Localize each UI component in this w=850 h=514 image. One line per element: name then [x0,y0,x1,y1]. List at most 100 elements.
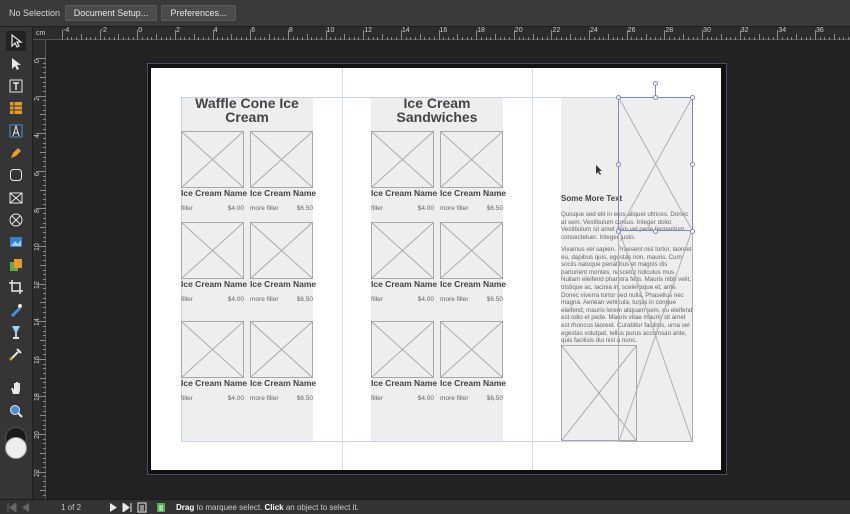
item-name[interactable]: Ice Cream Name [371,378,437,388]
image-placeholder[interactable] [181,222,244,279]
item-description[interactable]: filler [371,205,383,212]
ruler-tick [212,30,214,40]
item-price[interactable]: $6.50 [473,296,503,303]
item-name[interactable]: Ice Cream Name [440,279,506,289]
resize-handle-br[interactable] [690,229,695,234]
item-price[interactable]: $6.50 [283,395,313,402]
artistic-text-tool-icon[interactable] [6,121,26,141]
vertical-ruler[interactable]: 0 2 4 6 8 10 12 14 16 18 20 22 [33,40,46,506]
spread-icon[interactable] [156,502,166,513]
ruler-tick [36,95,46,97]
item-name[interactable]: Ice Cream Name [440,188,506,198]
ruler-label: 12 [34,280,41,289]
frame-text-tool-icon[interactable] [6,76,26,96]
ruler-tick [36,283,46,285]
item-name[interactable]: Ice Cream Name [181,279,247,289]
ruler-label: 28 [665,27,674,34]
next-page-icon[interactable] [109,503,118,512]
item-description[interactable]: more filler [250,205,279,212]
item-description[interactable]: more filler [440,395,469,402]
pen-tool-icon[interactable] [6,143,26,163]
zoom-tool-icon[interactable] [6,401,26,421]
item-name[interactable]: Ice Cream Name [181,378,247,388]
item-price[interactable]: $4.00 [214,205,244,212]
item-description[interactable]: filler [371,296,383,303]
item-price[interactable]: $4.00 [214,296,244,303]
item-price[interactable]: $4.00 [404,296,434,303]
fill-tool-icon[interactable] [6,300,26,320]
item-price[interactable]: $4.00 [404,395,434,402]
item-description[interactable]: more filler [250,395,279,402]
ruler-label: 4 [213,27,218,34]
image-placeholder[interactable] [440,131,503,188]
color-picker-tool-icon[interactable] [6,255,26,275]
item-description[interactable]: filler [181,205,193,212]
ruler-label: 14 [401,27,410,34]
item-price[interactable]: $4.00 [214,395,244,402]
ruler-label: -2 [100,27,107,34]
panel-1-heading[interactable]: Waffle Cone Ice Cream [181,96,313,124]
image-placeholder[interactable] [440,222,503,279]
selected-picture-frame[interactable] [618,97,693,231]
rotation-handle[interactable] [653,81,658,86]
preferences-button[interactable]: Preferences... [161,5,236,21]
document-setup-button[interactable]: Document Setup... [65,5,157,21]
resize-handle-bl[interactable] [616,229,621,234]
side-heading[interactable]: Some More Text [561,194,622,203]
image-placeholder[interactable] [181,131,244,188]
item-name[interactable]: Ice Cream Name [250,279,316,289]
item-description[interactable]: more filler [440,205,469,212]
item-price[interactable]: $6.50 [473,395,503,402]
image-placeholder[interactable] [250,131,313,188]
image-placeholder[interactable] [440,321,503,378]
item-price[interactable]: $6.50 [283,296,313,303]
table-tool-icon[interactable] [6,98,26,118]
prev-page-icon[interactable] [21,503,30,512]
hand-tool-icon[interactable] [6,378,26,398]
stroke-color-swatch[interactable] [5,437,27,459]
item-description[interactable]: more filler [440,296,469,303]
resize-handle-b[interactable] [653,229,658,234]
node-tool-icon[interactable] [6,54,26,74]
item-price[interactable]: $4.00 [404,205,434,212]
move-tool-icon[interactable] [6,31,26,51]
item-description[interactable]: filler [371,395,383,402]
eyedropper-tool-icon[interactable] [6,344,26,364]
item-name[interactable]: Ice Cream Name [371,279,437,289]
item-name[interactable]: Ice Cream Name [440,378,506,388]
transparency-tool-icon[interactable] [6,322,26,342]
item-description[interactable]: filler [181,296,193,303]
image-placeholder[interactable] [250,222,313,279]
resize-handle-tr[interactable] [690,95,695,100]
last-page-icon[interactable] [122,503,132,512]
image-placeholder[interactable] [371,131,434,188]
image-placeholder[interactable] [250,321,313,378]
first-page-icon[interactable] [7,503,17,512]
resize-handle-l[interactable] [616,162,621,167]
picture-frame-rectangle-icon[interactable] [6,188,26,208]
master-page-icon[interactable] [137,502,147,513]
image-placeholder[interactable] [371,222,434,279]
item-name[interactable]: Ice Cream Name [250,378,316,388]
ruler-tick [174,30,176,40]
item-price[interactable]: $6.50 [283,205,313,212]
rounded-rectangle-tool-icon[interactable] [6,165,26,185]
panel-2-heading[interactable]: Ice Cream Sandwiches [371,96,503,124]
resize-handle-tl[interactable] [616,95,621,100]
resize-handle-r[interactable] [690,162,695,167]
resize-handle-t[interactable] [653,95,658,100]
item-price[interactable]: $6.50 [473,205,503,212]
item-description[interactable]: more filler [250,296,279,303]
image-placeholder[interactable] [371,321,434,378]
ruler-tick [438,30,440,40]
horizontal-ruler[interactable]: -4 -2 0 2 4 6 8 10 12 14 16 18 20 22 24 26 28 30 32 34 36 [33,27,850,40]
picture-frame-ellipse-icon[interactable] [6,210,26,230]
image-placeholder[interactable] [181,321,244,378]
item-name[interactable]: Ice Cream Name [181,188,247,198]
item-name[interactable]: Ice Cream Name [250,188,316,198]
item-name[interactable]: Ice Cream Name [371,188,437,198]
mouse-cursor-icon [596,165,602,175]
item-description[interactable]: filler [181,395,193,402]
place-image-icon[interactable] [6,232,26,252]
crop-tool-icon[interactable] [6,277,26,297]
